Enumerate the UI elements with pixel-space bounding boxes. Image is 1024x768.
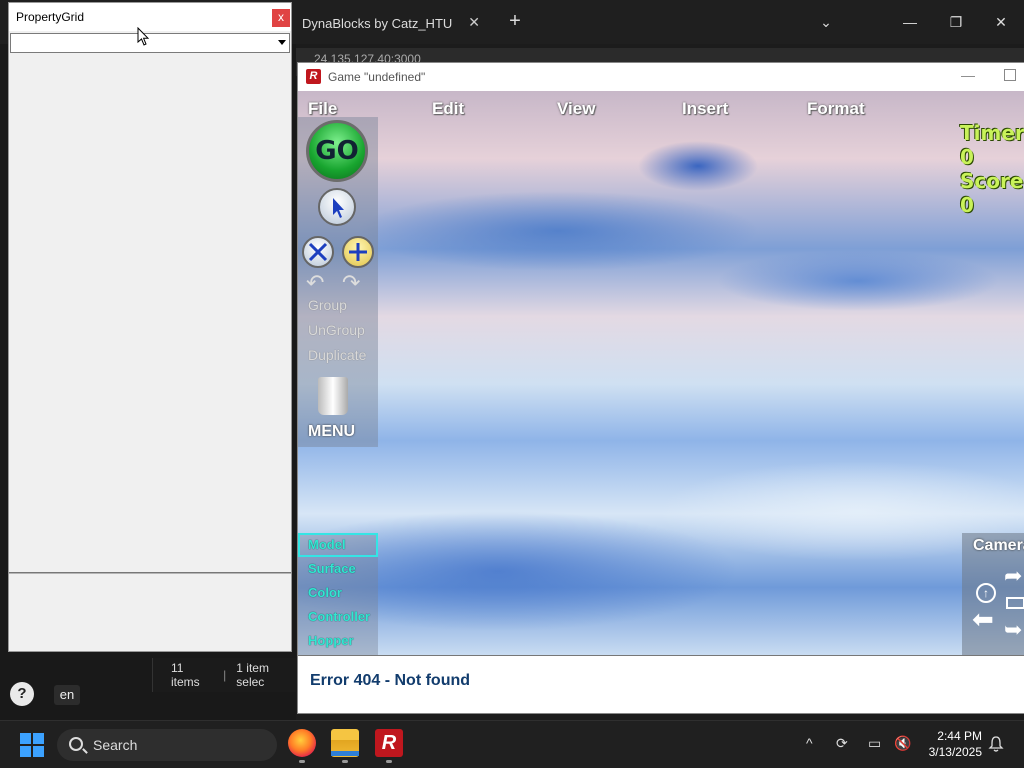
select-arrow-tool-icon[interactable]	[318, 188, 356, 226]
panel-hopper[interactable]: Hopper	[308, 633, 354, 648]
show-hidden-icons-chevron-icon[interactable]: ^	[806, 735, 813, 751]
camera-controls: Camera ↑ ⬅ ➦ ➥	[962, 533, 1024, 655]
redo-icon[interactable]: ↷	[342, 272, 368, 294]
roblox-running-indicator	[386, 760, 392, 763]
menu-file[interactable]: File	[308, 99, 337, 119]
status-selection: 1 item selec	[236, 661, 269, 689]
error-panel: Error 404 - Not found	[298, 655, 1024, 713]
timer-score-display: Timer: 0 Score: 0	[960, 121, 1024, 217]
language-indicator[interactable]: en	[54, 685, 80, 705]
trash-delete-icon[interactable]	[318, 377, 348, 415]
notifications-bell-icon[interactable]	[988, 735, 1004, 753]
volume-muted-icon[interactable]: 🔇	[894, 735, 911, 752]
firefox-running-indicator	[299, 760, 305, 763]
roblox-icon[interactable]: R	[375, 729, 403, 757]
tab-list-chevron-icon[interactable]: ⌄	[812, 8, 840, 36]
property-grid-window: PropertyGrid x	[8, 2, 292, 652]
taskbar: Search R ^ ⟳ ▭ 🔇 2:44 PM 3/13/2025	[0, 720, 1024, 768]
minimize-button[interactable]: —	[896, 8, 924, 36]
windows-start-icon[interactable]	[20, 733, 44, 757]
camera-rotate-left-icon[interactable]: ⬅	[972, 605, 1000, 633]
game-minimize-button[interactable]: —	[960, 67, 976, 85]
camera-rotate-down-right-icon[interactable]: ➥	[1004, 617, 1022, 643]
game-window: R Game "undefined" — File Edit View Inse…	[297, 62, 1024, 714]
drag-move-tool-icon[interactable]	[302, 236, 334, 268]
network-icon[interactable]: ▭	[868, 735, 881, 752]
clock-date: 3/13/2025	[928, 745, 982, 759]
dropdown-arrow-icon[interactable]	[278, 40, 286, 45]
status-bar: 11 items | 1 item selec	[152, 658, 297, 692]
file-explorer-icon-band	[331, 751, 359, 756]
firefox-icon[interactable]	[288, 729, 316, 757]
status-item-count: 11 items	[171, 661, 200, 689]
system-clock[interactable]: 2:44 PM 3/13/2025	[922, 728, 982, 760]
panel-color[interactable]: Color	[308, 585, 342, 600]
go-button[interactable]: GO	[306, 120, 368, 182]
camera-rotate-up-right-icon[interactable]: ➦	[1004, 563, 1022, 589]
explorer-running-indicator	[342, 760, 348, 763]
help-icon[interactable]: ?	[10, 682, 34, 706]
game-maximize-button[interactable]	[1004, 69, 1016, 81]
camera-tilt-up-icon[interactable]: ↑	[976, 583, 996, 603]
restore-button[interactable]: ❐	[942, 8, 970, 36]
menu-format[interactable]: Format	[807, 99, 865, 119]
clock-time: 2:44 PM	[937, 729, 982, 743]
game-viewport[interactable]: File Edit View Insert Format GO ↶ ↷ Grou…	[298, 91, 1024, 655]
sync-icon[interactable]: ⟳	[836, 735, 848, 752]
timer-text: Timer: 0	[960, 121, 1024, 169]
taskbar-search-box[interactable]: Search	[57, 729, 277, 761]
error-message: Error 404 - Not found	[310, 672, 471, 689]
camera-label: Camera	[973, 537, 1024, 554]
panel-model[interactable]: Model	[308, 537, 346, 552]
game-menu-button[interactable]: MENU	[308, 423, 355, 441]
panel-surface[interactable]: Surface	[308, 561, 356, 576]
browser-tab[interactable]: DynaBlocks by Catz_HTU ✕	[292, 6, 488, 40]
add-part-tool-icon[interactable]	[342, 236, 374, 268]
browser-tab-title: DynaBlocks by Catz_HTU	[302, 15, 453, 31]
group-button[interactable]: Group	[308, 297, 347, 313]
menu-insert[interactable]: Insert	[682, 99, 728, 119]
menu-edit[interactable]: Edit	[432, 99, 464, 119]
camera-zoom-icon[interactable]	[1006, 597, 1024, 609]
new-tab-button[interactable]: +	[504, 10, 526, 32]
search-icon	[69, 737, 83, 751]
game-title: Game "undefined"	[328, 70, 426, 84]
property-grid-splitter[interactable]	[9, 572, 291, 574]
close-tab-icon[interactable]: ✕	[468, 14, 480, 31]
undo-icon[interactable]: ↶	[306, 272, 332, 294]
ungroup-button[interactable]: UnGroup	[308, 322, 365, 338]
insert-panel: Model Surface Color Controller Hopper	[298, 533, 378, 655]
duplicate-button[interactable]: Duplicate	[308, 347, 366, 363]
panel-controller[interactable]: Controller	[308, 609, 370, 624]
tool-palette: GO ↶ ↷ Group UnGroup Duplicate MENU	[298, 117, 378, 447]
menu-view[interactable]: View	[557, 99, 595, 119]
roblox-logo-icon: R	[306, 69, 321, 84]
search-placeholder: Search	[93, 737, 138, 753]
close-window-button[interactable]: ✕	[987, 8, 1015, 36]
game-title-bar: R Game "undefined" —	[298, 63, 1024, 91]
property-grid-close-button[interactable]: x	[272, 9, 290, 27]
mouse-cursor-icon	[137, 27, 150, 46]
score-text: Score: 0	[960, 169, 1024, 217]
